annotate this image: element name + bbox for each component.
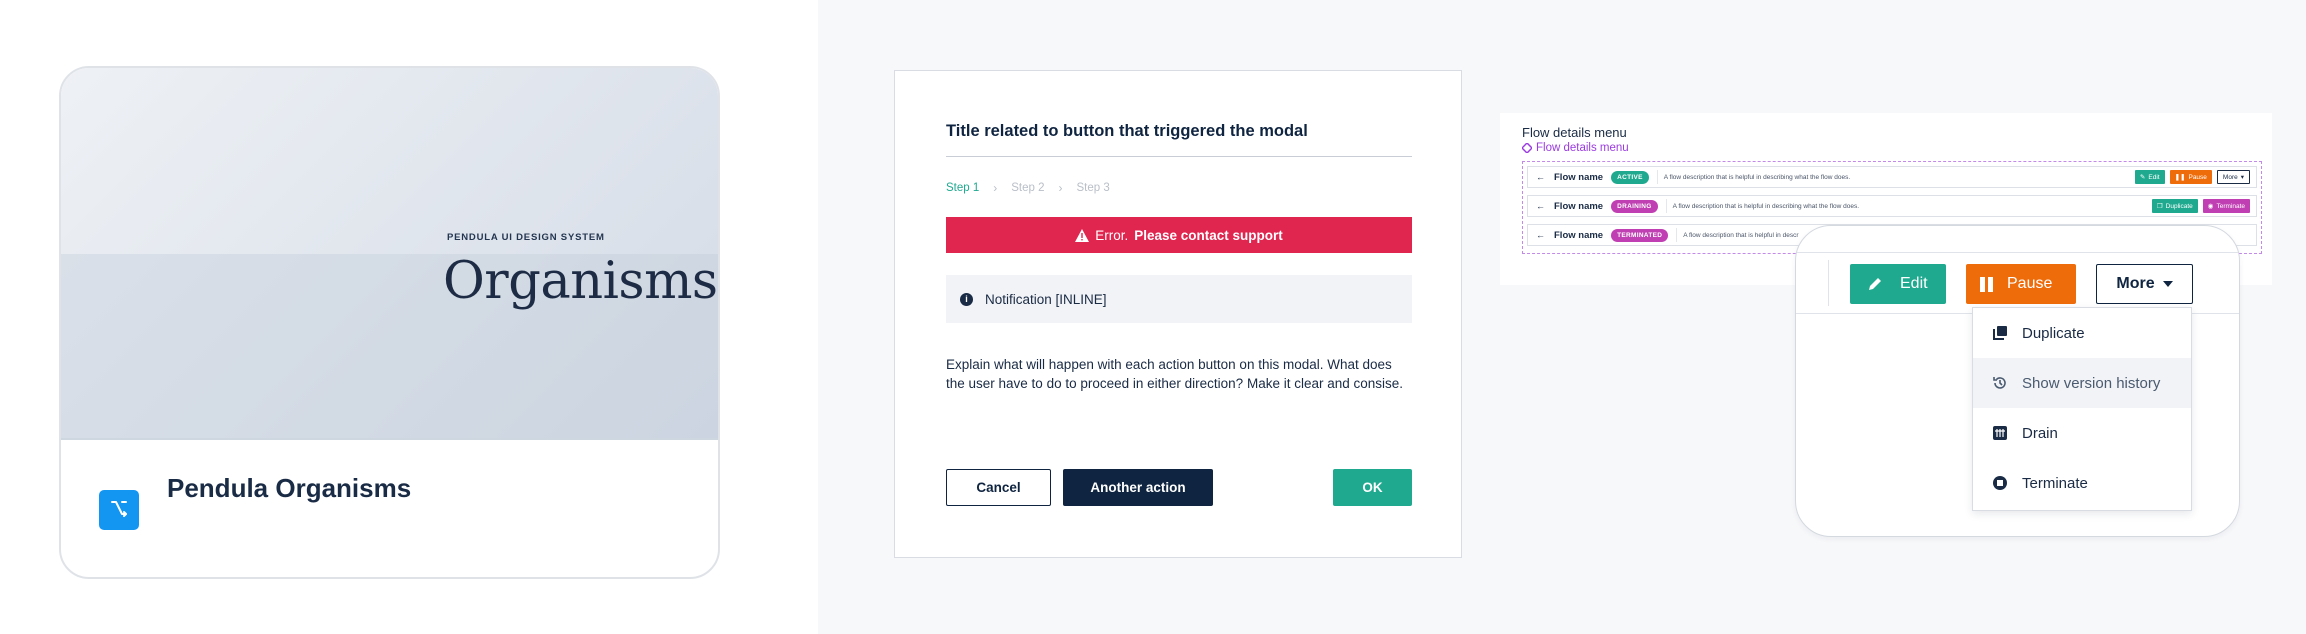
step-3[interactable]: Step 3 xyxy=(1077,182,1110,194)
cover-kicker: PENDULA UI DESIGN SYSTEM xyxy=(447,232,605,243)
drain-icon xyxy=(1992,425,2008,441)
flow-name: Flow name xyxy=(1554,171,1604,183)
menu-item-terminate[interactable]: Terminate xyxy=(1973,458,2191,508)
status-badge: ACTIVE xyxy=(1611,170,1649,184)
info-icon: i xyxy=(960,292,973,306)
pencil-icon: ✎ xyxy=(2139,174,2146,181)
menu-item-duplicate[interactable]: Duplicate xyxy=(1973,308,2191,358)
flow-row: ← Flow name ACTIVE A flow description th… xyxy=(1527,166,2257,188)
zoom-divider xyxy=(1828,260,1829,306)
more-dropdown-menu: Duplicate Show version history Drain Ter… xyxy=(1972,307,2192,511)
ok-button[interactable]: OK xyxy=(1333,469,1412,506)
terminate-icon xyxy=(1992,475,2008,491)
pause-button[interactable]: ❚❚ Pause xyxy=(2169,170,2212,184)
inline-notification: i Notification [INLINE] xyxy=(946,275,1412,323)
step-2[interactable]: Step 2 xyxy=(1011,182,1044,194)
menu-item-label: Drain xyxy=(2022,424,2058,442)
error-text: Please contact support xyxy=(1134,227,1283,243)
arrow-left-icon[interactable]: ← xyxy=(1536,201,1546,211)
flow-row: ← Flow name DRAINING A flow description … xyxy=(1527,195,2257,217)
duplicate-icon xyxy=(1992,325,2008,341)
flow-description: A flow description that is helpful in de… xyxy=(1665,199,2147,213)
duplicate-button[interactable]: ❐ Duplicate xyxy=(2151,199,2198,213)
modal-title: Title related to button that triggered t… xyxy=(946,122,1308,140)
status-badge: TERMINATED xyxy=(1611,228,1669,242)
pencil-icon xyxy=(1864,273,1886,295)
cover-title: Organisms xyxy=(443,252,718,311)
menu-item-show-version-history[interactable]: Show version history xyxy=(1973,358,2191,408)
card-title: Pendula Organisms xyxy=(167,473,412,503)
pause-icon xyxy=(1980,276,1993,292)
warning-icon xyxy=(1075,228,1090,242)
duplicate-icon: ❐ xyxy=(2156,203,2163,210)
status-badge: DRAINING xyxy=(1611,199,1658,213)
branch-icon xyxy=(99,490,139,530)
edit-button[interactable]: ✎ Edit xyxy=(2134,170,2165,184)
organisms-card[interactable]: PENDULA UI DESIGN SYSTEM Organisms Pendu… xyxy=(59,66,720,579)
notification-text: Notification [INLINE] xyxy=(985,291,1107,307)
component-icon xyxy=(1522,143,1532,153)
step-1[interactable]: Step 1 xyxy=(946,182,979,194)
error-banner: Error. Please contact support xyxy=(946,217,1412,253)
more-label: More xyxy=(2116,275,2155,292)
terminate-button[interactable]: ◉ Terminate xyxy=(2202,199,2250,213)
modal-body: Explain what will happen with each actio… xyxy=(946,357,1404,391)
pause-label: Pause xyxy=(2007,275,2053,292)
caret-down-icon: ▾ xyxy=(2240,174,2244,181)
component-label: Flow details menu xyxy=(1522,142,1629,154)
zoom-callout: Edit Pause More Duplicate Show version h… xyxy=(1795,225,2240,537)
menu-item-drain[interactable]: Drain xyxy=(1973,408,2191,458)
cancel-button[interactable]: Cancel xyxy=(946,469,1051,506)
caret-down-icon xyxy=(2162,281,2173,287)
arrow-left-icon[interactable]: ← xyxy=(1536,230,1546,240)
flow-name: Flow name xyxy=(1554,200,1604,212)
more-button[interactable]: More ▾ xyxy=(2216,170,2250,184)
flow-panel-heading: Flow details menu xyxy=(1522,125,1627,140)
arrow-left-icon[interactable]: ← xyxy=(1536,172,1546,182)
menu-item-label: Duplicate xyxy=(2022,324,2085,342)
card-cover: PENDULA UI DESIGN SYSTEM Organisms xyxy=(61,68,718,440)
flow-description: A flow description that is helpful in de… xyxy=(1656,170,2130,184)
menu-item-label: Terminate xyxy=(2022,474,2088,492)
flow-name: Flow name xyxy=(1554,229,1604,241)
terminate-icon: ◉ xyxy=(2207,203,2214,210)
pause-icon: ❚❚ xyxy=(2174,174,2186,181)
chevron-right-icon: › xyxy=(993,181,998,195)
edit-label: Edit xyxy=(1900,275,1928,292)
edit-button[interactable]: Edit xyxy=(1850,264,1946,304)
component-label-text: Flow details menu xyxy=(1536,142,1629,154)
menu-item-label: Show version history xyxy=(2022,374,2161,392)
stepper: Step 1 › Step 2 › Step 3 xyxy=(946,181,1110,195)
modal-divider xyxy=(946,156,1412,157)
left-pane: PENDULA UI DESIGN SYSTEM Organisms Pendu… xyxy=(0,0,818,634)
chevron-right-icon: › xyxy=(1058,181,1063,195)
another-action-button[interactable]: Another action xyxy=(1063,469,1213,506)
pause-button[interactable]: Pause xyxy=(1966,264,2076,304)
modal: Title related to button that triggered t… xyxy=(894,70,1462,558)
error-prefix: Error. xyxy=(1095,227,1129,243)
history-icon xyxy=(1992,375,2008,391)
more-button[interactable]: More xyxy=(2096,264,2193,304)
